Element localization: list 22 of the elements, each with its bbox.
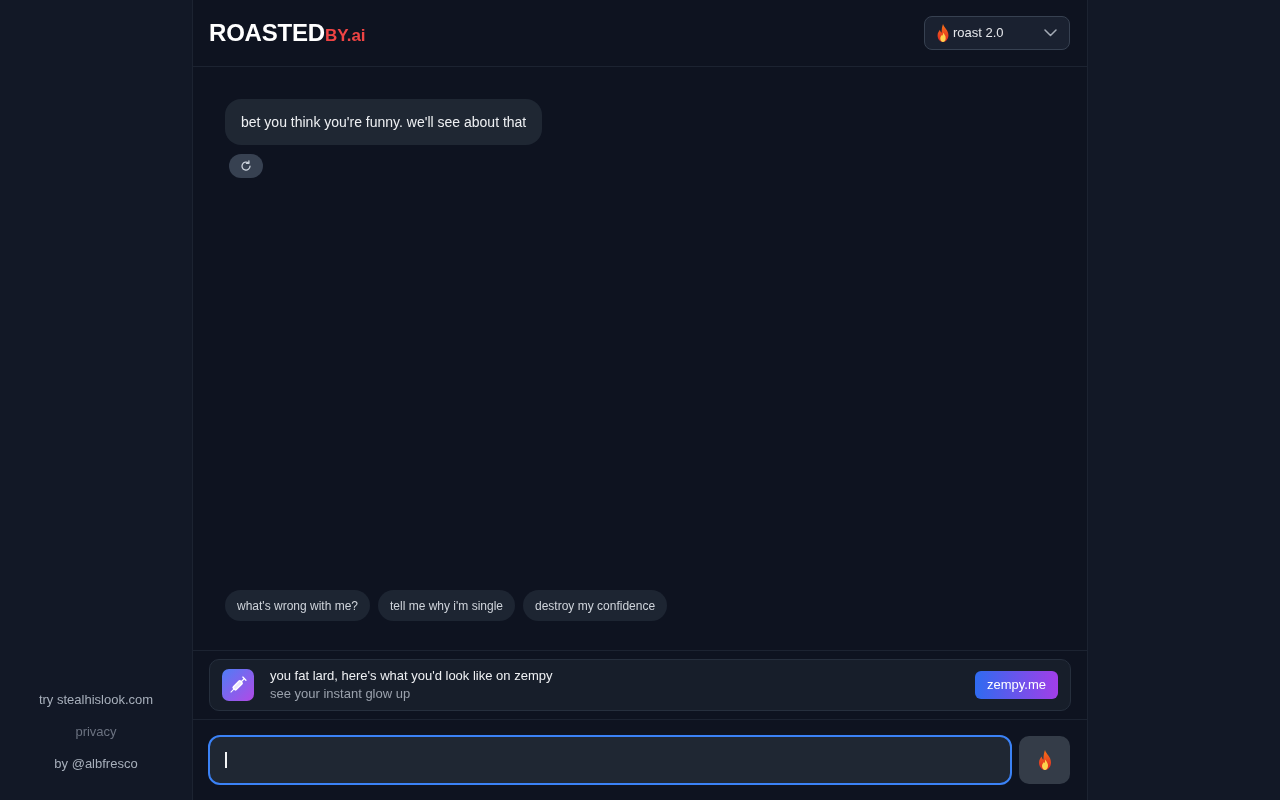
model-select[interactable]: roast 2.0: [924, 16, 1070, 50]
chevron-down-icon: [1044, 29, 1057, 37]
logo-suffix: BY.ai: [324, 25, 366, 47]
promo-subtitle: see your instant glow up: [270, 685, 412, 703]
footer-link[interactable]: try stealhislook.com: [38, 690, 154, 710]
suggestion-chip[interactable]: what's wrong with me?: [225, 590, 370, 621]
fire-icon: [1037, 750, 1052, 770]
regenerate-button[interactable]: [229, 154, 263, 178]
chat-message: bet you think you're funny. we'll see about that: [225, 99, 543, 145]
footer-link[interactable]: privacy: [75, 722, 117, 742]
text-cursor-icon: [225, 752, 227, 768]
footer-link[interactable]: by @albfresco: [54, 754, 138, 774]
fire-icon: [937, 24, 949, 42]
message-input[interactable]: [208, 735, 1012, 785]
suggestion-chip[interactable]: tell me why i'm single: [378, 590, 515, 621]
send-button[interactable]: [1019, 736, 1070, 784]
promo-link-button[interactable]: zempy.me: [975, 671, 1058, 699]
suggestion-chip[interactable]: destroy my confidence: [523, 590, 668, 621]
refresh-icon: [240, 160, 252, 172]
syringe-icon: [222, 669, 254, 701]
promo-title: you fat lard, here's what you'd look like on zempy: [270, 667, 554, 685]
logo-wordmark: ROASTED: [209, 18, 325, 48]
